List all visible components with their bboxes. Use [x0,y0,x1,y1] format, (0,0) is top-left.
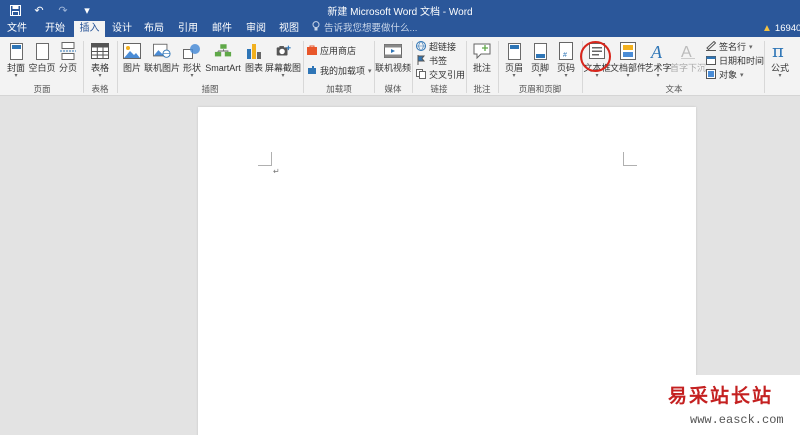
group-pages-label: 页面 [33,84,51,94]
tell-me-placeholder: 告诉我您想要做什么... [324,23,418,34]
cross-reference-button[interactable]: 交叉引用 [416,68,465,81]
user-name: 169406 [774,23,800,34]
group-links-label: 链接 [430,84,448,94]
quick-parts-icon [619,41,637,61]
chevron-down-icon: ▾ [368,67,372,75]
tab-review[interactable]: 审阅 [242,21,270,37]
svg-text:A: A [681,44,692,60]
group-comments-label: 批注 [473,84,491,94]
svg-text:π: π [772,42,784,60]
blank-page-icon [33,41,51,61]
svg-text:#: # [563,52,567,59]
drop-cap-button[interactable]: A 首字下沉 [670,39,706,83]
picture-button[interactable]: 图片 [120,39,144,83]
object-icon [706,68,716,81]
chart-icon [245,41,263,61]
warning-icon: ▲ [762,23,772,34]
tab-mailings[interactable]: 邮件 [208,21,236,37]
wordart-button[interactable]: A 艺术字 ▾ [645,39,672,83]
chevron-down-icon: ▾ [740,71,744,79]
link-icon [416,40,426,53]
bookmark-button[interactable]: 书签 [416,54,447,67]
group-addins-label: 加载项 [326,84,352,94]
table-icon [91,41,109,61]
screenshot-icon [274,41,292,61]
hyperlink-button[interactable]: 超链接 [416,40,456,53]
tab-references[interactable]: 引用 [174,21,202,37]
equation-button[interactable]: π 公式 ▾ [767,39,793,83]
signature-line-button[interactable]: 签名行 ▾ [706,40,753,53]
smartart-button[interactable]: SmartArt [205,39,241,83]
ribbon-insert: 封面 ▾ 空白页 分页 页面 表格 ▾ 表格 图片 联机图片 形状 ▾ Smar… [0,37,800,96]
crop-mark-top-right [623,152,637,166]
bookmark-icon [416,54,426,67]
watermark-url: www.easck.com [690,413,784,427]
smartart-icon [214,41,232,61]
textbox-highlight-circle [580,41,611,72]
cover-page-icon [7,41,25,61]
chevron-down-icon: ▾ [749,43,753,51]
site-watermark: 易采站长站 www.easck.com [660,375,800,435]
cover-page-button[interactable]: 封面 ▾ [3,39,29,83]
drop-cap-icon: A [679,41,697,61]
cross-reference-icon [416,68,426,81]
my-addins-button[interactable]: 我的加载项 ▾ [307,64,372,77]
svg-text:A: A [650,42,663,60]
comment-icon [473,41,491,61]
group-illustrations-label: 插图 [201,84,219,94]
quick-parts-button[interactable]: 文档部件 ▾ [610,39,646,83]
group-text-label: 文本 [665,84,683,94]
document-page[interactable]: ↵ [198,107,696,435]
tab-design[interactable]: 设计 [108,21,136,37]
comment-button[interactable]: 批注 [469,39,495,83]
window-title: 新建 Microsoft Word 文档 - Word [327,7,473,18]
shapes-icon [183,41,201,61]
tab-layout[interactable]: 布局 [140,21,168,37]
group-header-footer-label: 页眉和页脚 [518,84,562,94]
shapes-button[interactable]: 形状 ▾ [181,39,203,83]
blank-page-button[interactable]: 空白页 [29,39,56,83]
watermark-title: 易采站长站 [668,385,774,407]
calendar-icon [706,55,716,67]
tab-home[interactable]: 开始 [39,21,71,37]
tab-insert[interactable]: 插入 [74,21,105,37]
table-button[interactable]: 表格 ▾ [87,39,113,83]
addins-icon [307,65,317,77]
online-video-icon [384,41,402,61]
ribbon-tabs: 文件 开始 插入 设计 布局 引用 邮件 审阅 视图 告诉我您想要做什么... … [0,20,800,37]
header-button[interactable]: 页眉 ▾ [502,39,526,83]
tab-view[interactable]: 视图 [275,21,303,37]
date-time-button[interactable]: 日期和时间 [706,54,764,67]
group-media-label: 媒体 [384,84,402,94]
page-break-icon [59,41,77,61]
picture-icon [123,41,141,61]
screenshot-button[interactable]: 屏幕截图 ▾ [265,39,301,83]
page-number-button[interactable]: # 页码 ▾ [554,39,578,83]
page-number-icon: # [557,41,575,61]
group-tables-label: 表格 [91,84,109,94]
chart-button[interactable]: 图表 [244,39,264,83]
tab-file[interactable]: 文件 [2,21,32,37]
footer-button[interactable]: 页脚 ▾ [528,39,552,83]
signature-icon [706,40,717,53]
online-video-button[interactable]: 联机视频 [375,39,411,83]
user-account[interactable]: ▲ 169406 [762,21,800,37]
crop-mark-top-left [258,152,272,166]
header-icon [505,41,523,61]
online-picture-icon [153,41,171,61]
page-break-button[interactable]: 分页 [56,39,80,83]
title-bar: ↶ ↷ ▾ 新建 Microsoft Word 文档 - Word [0,0,800,20]
object-button[interactable]: 对象 ▾ [706,68,744,81]
store-button[interactable]: 应用商店 [307,44,356,57]
store-icon [307,45,317,57]
pi-icon: π [771,41,789,61]
paragraph-mark: ↵ [273,167,280,176]
footer-icon [531,41,549,61]
tell-me-search[interactable]: 告诉我您想要做什么... [312,21,417,37]
wordart-icon: A [649,41,667,61]
lightbulb-icon [312,21,320,37]
online-picture-button[interactable]: 联机图片 [144,39,180,83]
